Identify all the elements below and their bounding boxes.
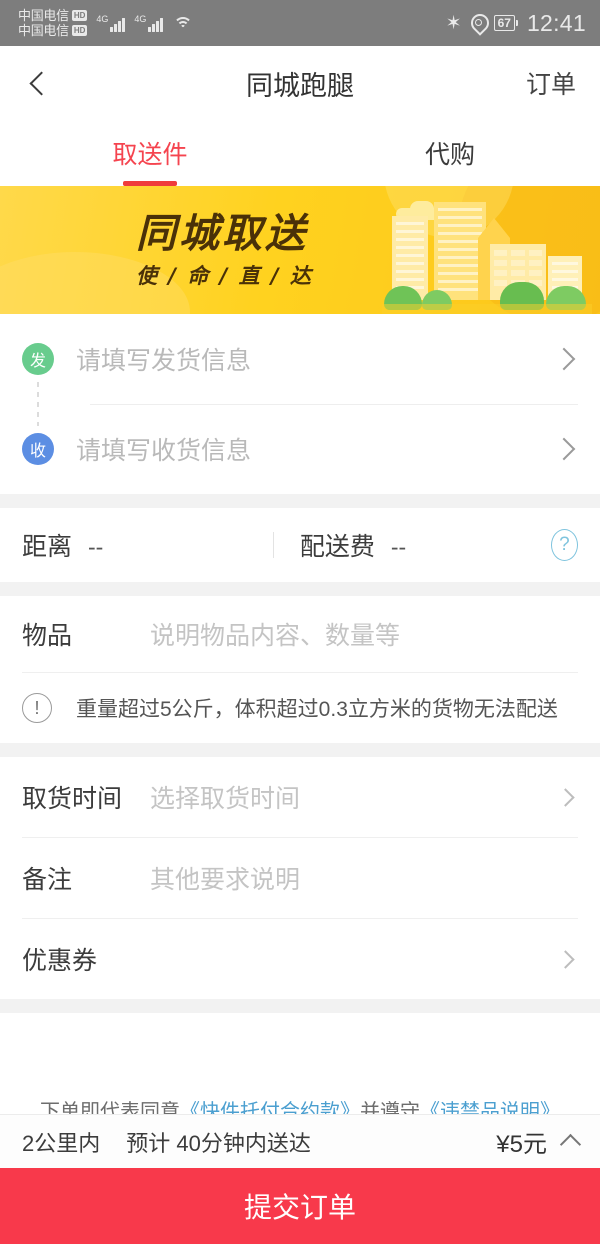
signal-group-1: 4G — [96, 13, 126, 32]
remark-input[interactable]: 其他要求说明 — [150, 860, 578, 896]
network-type-2: 4G — [134, 13, 147, 24]
address-block: 发 请填写发货信息 收 请填写收货信息 — [0, 314, 600, 494]
section-gap-2 — [0, 582, 600, 596]
item-input[interactable]: 说明物品内容、数量等 — [150, 616, 578, 652]
bluetooth-icon: ✶ — [445, 12, 462, 34]
distance-label: 距离 — [22, 533, 73, 561]
form-section: 取货时间 选择取货时间 备注 其他要求说明 优惠券 — [0, 757, 600, 999]
distance-value: -- — [88, 534, 104, 560]
fee-cell: 配送费 -- — [300, 527, 551, 563]
app-screen: 中国电信 HD 中国电信 HD 4G 4G ✶ 67 12:41 同城跑腿 订单… — [0, 0, 600, 1244]
section-gap-1 — [0, 494, 600, 508]
receiver-address-row[interactable]: 收 请填写收货信息 — [0, 404, 600, 494]
battery-level: 67 — [493, 15, 515, 31]
distance-cell: 距离 -- — [22, 527, 273, 563]
terms-prefix: 下单即代表同意 — [40, 1101, 180, 1114]
terms-middle: 并遵守 — [360, 1101, 420, 1114]
banner-text-block: 同城取送 使 / 命 / 直 / 达 — [136, 212, 313, 290]
network-type-1: 4G — [96, 13, 109, 24]
signal-group-2: 4G — [134, 13, 164, 32]
hd-badge-2: HD — [71, 25, 88, 36]
fee-value: -- — [390, 534, 407, 560]
banner-ground — [382, 304, 592, 314]
fee-label: 配送费 — [299, 533, 375, 561]
section-gap-3 — [0, 743, 600, 757]
back-chevron-icon[interactable] — [24, 68, 54, 98]
item-label: 物品 — [22, 622, 73, 650]
status-bar-right: ✶ 67 12:41 — [446, 10, 586, 37]
banner-title: 同城取送 — [136, 211, 308, 257]
promo-banner[interactable]: 同城取送 使 / 命 / 直 / 达 — [0, 186, 600, 314]
coupon-chevron-right-icon — [556, 949, 575, 969]
coupon-label: 优惠券 — [22, 947, 98, 975]
status-bar-left: 中国电信 HD 中国电信 HD 4G 4G — [18, 7, 193, 38]
carrier-row-2: 中国电信 HD — [18, 22, 88, 38]
carrier-name-2: 中国电信 — [18, 22, 69, 38]
tab-pickup-delivery[interactable]: 取送件 — [0, 120, 300, 186]
receiver-address-placeholder: 请填写收货信息 — [76, 437, 252, 465]
tab-label-purchase: 代购 — [424, 141, 475, 169]
summary-eta: 预计 40分钟内送达 — [126, 1130, 311, 1156]
exclamation-icon: ! — [22, 693, 52, 723]
nav-bar: 同城跑腿 订单 — [0, 46, 600, 120]
signal-bars-icon-2 — [148, 15, 164, 32]
question-mark-icon[interactable]: ? — [550, 529, 579, 561]
sender-chevron-right-icon — [552, 347, 576, 371]
carrier-name-1: 中国电信 — [18, 7, 69, 23]
carrier-row-1: 中国电信 HD — [18, 7, 88, 23]
terms-link-contract[interactable]: 《快件托付合约款》 — [180, 1101, 360, 1114]
hd-badge-1: HD — [71, 10, 88, 21]
terms-area: 下单即代表同意《快件托付合约款》并遵守《违禁品说明》 — [0, 1013, 600, 1114]
weight-warning-row: ! 重量超过5公斤，体积超过0.3立方米的货物无法配送 — [0, 673, 600, 743]
battery-cap — [515, 20, 518, 26]
distance-fee-row: 距离 -- 配送费 -- ? — [0, 508, 600, 582]
coupon-row[interactable]: 优惠券 — [0, 919, 600, 999]
section-gap-4 — [0, 999, 600, 1013]
submit-order-button[interactable]: 提交订单 — [0, 1168, 600, 1244]
summary-price: ¥5元 — [496, 1131, 547, 1158]
pickup-time-chevron-right-icon — [556, 787, 575, 807]
remark-row[interactable]: 备注 其他要求说明 — [0, 838, 600, 918]
tab-bar: 取送件 代购 — [0, 120, 600, 186]
location-pin-icon — [471, 14, 485, 32]
pickup-time-value: 选择取货时间 — [150, 785, 301, 813]
carrier-labels: 中国电信 HD 中国电信 HD — [18, 7, 88, 38]
summary-distance: 2公里内 — [22, 1130, 101, 1156]
page-title: 同城跑腿 — [246, 70, 354, 101]
weight-warning-text: 重量超过5公斤，体积超过0.3立方米的货物无法配送 — [76, 698, 558, 721]
terms-text: 下单即代表同意《快件托付合约款》并遵守《违禁品说明》 — [0, 1095, 600, 1114]
receiver-chevron-right-icon — [552, 437, 576, 461]
receiver-badge: 收 — [22, 433, 54, 465]
chevron-up-icon[interactable] — [559, 1133, 582, 1156]
banner-subtitle: 使 / 命 / 直 / 达 — [136, 264, 313, 288]
pickup-time-label: 取货时间 — [22, 785, 123, 813]
item-section: 物品 说明物品内容、数量等 ! 重量超过5公斤，体积超过0.3立方米的货物无法配… — [0, 596, 600, 743]
battery-icon: 67 — [493, 15, 518, 31]
terms-link-prohibited[interactable]: 《违禁品说明》 — [420, 1101, 560, 1114]
sender-address-placeholder: 请填写发货信息 — [76, 347, 252, 375]
pickup-time-row[interactable]: 取货时间 选择取货时间 — [0, 757, 600, 837]
sender-badge: 发 — [22, 343, 54, 375]
tab-purchase-agent[interactable]: 代购 — [300, 120, 600, 186]
status-bar: 中国电信 HD 中国电信 HD 4G 4G ✶ 67 12:41 — [0, 0, 600, 46]
vertical-divider — [273, 532, 274, 558]
tab-label-pickup: 取送件 — [112, 141, 188, 169]
signal-bars-icon-1 — [110, 15, 126, 32]
orders-link[interactable]: 订单 — [526, 65, 576, 101]
sender-address-row[interactable]: 发 请填写发货信息 — [0, 314, 600, 404]
wifi-icon — [173, 16, 193, 31]
item-row[interactable]: 物品 说明物品内容、数量等 — [0, 596, 600, 672]
order-summary-bar: 2公里内 预计 40分钟内送达 ¥5元 — [0, 1114, 600, 1168]
remark-label: 备注 — [22, 866, 73, 894]
status-bar-clock: 12:41 — [526, 9, 586, 36]
banner-city-illustration — [382, 186, 592, 314]
